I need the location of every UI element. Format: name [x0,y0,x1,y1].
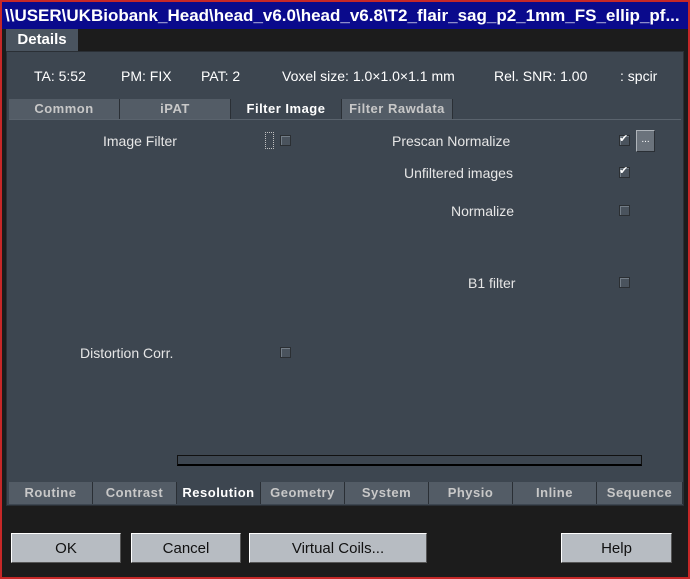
rel-snr-value: Rel. SNR: 1.00 [494,68,588,84]
tab-sequence[interactable]: Sequence [597,482,683,504]
tab-resolution[interactable]: Resolution [177,482,261,504]
subtab-filter-image[interactable]: Filter Image [231,99,342,119]
filter-image-content: Image Filter Distortion Corr. Prescan No… [9,119,681,479]
bottom-tab-strip: Routine Contrast Resolution Geometry Sys… [9,482,683,504]
distortion-corr-checkbox[interactable] [280,347,291,358]
ta-value: TA: 5:52 [34,68,86,84]
prescan-normalize-checkbox[interactable] [619,132,630,146]
b1-filter-label: B1 filter [468,275,516,291]
info-bar: TA: 5:52 PM: FIX PAT: 2 Voxel size: 1.0×… [7,62,683,92]
normalize-label: Normalize [451,203,515,219]
window-title: \\USER\UKBiobank_Head\head_v6.0\head_v6.… [2,2,688,29]
unfiltered-images-checkbox[interactable] [619,164,630,178]
subtab-filter-rawdata[interactable]: Filter Rawdata [342,99,453,119]
sequence-value: : spcir [620,68,658,84]
top-tab-strip [2,29,688,51]
horizontal-scrollbar[interactable] [177,455,642,466]
cancel-button[interactable]: Cancel [131,533,241,563]
details-panel: TA: 5:52 PM: FIX PAT: 2 Voxel size: 1.0×… [6,51,684,506]
prescan-normalize-options-button[interactable]: ... [636,130,655,152]
distortion-corr-label: Distortion Corr. [80,345,174,361]
subtab-common[interactable]: Common [9,99,120,119]
tab-geometry[interactable]: Geometry [261,482,345,504]
tab-system[interactable]: System [345,482,429,504]
subtab-ipat[interactable]: iPAT [120,99,231,119]
image-filter-label: Image Filter [103,133,177,149]
pm-value: PM: FIX [121,68,172,84]
tab-routine[interactable]: Routine [9,482,93,504]
b1-filter-checkbox[interactable] [619,277,630,288]
tab-contrast[interactable]: Contrast [93,482,177,504]
tab-details[interactable]: Details [6,29,78,51]
virtual-coils-button[interactable]: Virtual Coils... [249,533,427,563]
ok-button[interactable]: OK [11,533,121,563]
tab-physio[interactable]: Physio [429,482,513,504]
voxel-size-value: Voxel size: 1.0×1.0×1.1 mm [282,68,455,84]
help-button[interactable]: Help [561,533,672,563]
tab-inline[interactable]: Inline [513,482,597,504]
pat-value: PAT: 2 [201,68,241,84]
focus-indicator [265,132,274,149]
prescan-normalize-label: Prescan Normalize [392,133,511,149]
normalize-checkbox[interactable] [619,205,630,216]
image-filter-checkbox[interactable] [280,135,291,146]
unfiltered-images-label: Unfiltered images [404,165,513,181]
